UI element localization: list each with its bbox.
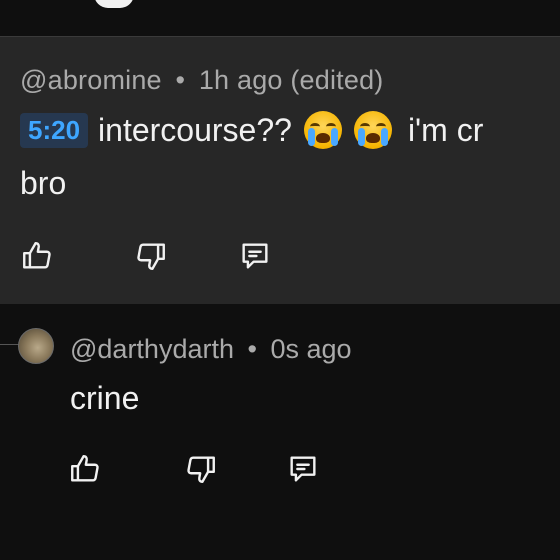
loudly-crying-face-icon	[353, 111, 392, 149]
reply-time[interactable]: 0s ago	[270, 334, 351, 364]
comment-card: @abromine • 1h ago (edited) 5:20 interco…	[0, 36, 560, 305]
reply-button[interactable]	[286, 452, 320, 486]
reply-text: crine	[70, 380, 140, 416]
comment-text-part2: i'm cr	[407, 111, 484, 148]
timestamp-link[interactable]: 5:20	[20, 112, 89, 148]
reply-button[interactable]	[238, 239, 272, 273]
thumbs-down-icon	[187, 456, 215, 483]
reply-author[interactable]: @darthydarth	[70, 334, 234, 364]
comment-body-line2: bro	[20, 165, 67, 201]
thumbs-up-icon	[71, 455, 99, 482]
thread-connector	[0, 344, 20, 345]
comment-text-part1: intercourse??	[98, 111, 292, 148]
comment-author[interactable]: @abromine	[20, 65, 162, 95]
like-button[interactable]	[20, 239, 54, 273]
comment-meta: @abromine • 1h ago (edited)	[20, 65, 383, 96]
reply-icon	[290, 456, 316, 482]
reply-icon	[242, 243, 268, 269]
thumbs-down-icon	[137, 243, 165, 270]
loudly-crying-face-icon	[303, 111, 342, 149]
reply-meta: @darthydarth • 0s ago	[70, 334, 352, 365]
dislike-button[interactable]	[184, 452, 218, 486]
thumbs-up-icon	[23, 242, 51, 269]
meta-separator: •	[175, 65, 186, 95]
reply-comment: @darthydarth • 0s ago crine	[0, 304, 560, 560]
dislike-button[interactable]	[134, 239, 168, 273]
cropped-heading-glyph	[94, 0, 134, 8]
meta-separator: •	[247, 334, 257, 364]
comment-time[interactable]: 1h ago (edited)	[199, 65, 384, 95]
like-button[interactable]	[68, 452, 102, 486]
avatar[interactable]	[18, 328, 54, 364]
comment-body-line1: 5:20 intercourse?? i'm cr	[20, 111, 483, 149]
top-strip	[0, 0, 560, 36]
